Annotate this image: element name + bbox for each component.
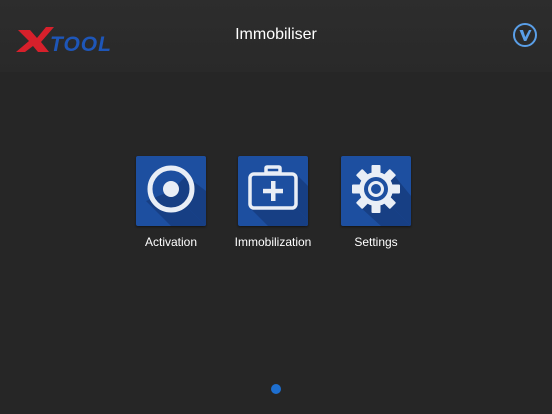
target-icon (146, 165, 206, 226)
first-aid-kit-icon (248, 165, 308, 226)
app-header: TOOL Immobiliser (0, 0, 552, 72)
v-badge-icon[interactable] (512, 22, 538, 48)
screen: TOOL Immobiliser Activation Immobilizati… (0, 0, 552, 414)
page-indicator-dot[interactable] (271, 384, 281, 394)
page-title: Immobiliser (235, 26, 317, 43)
immobilization-button[interactable] (238, 156, 308, 226)
gear-icon (352, 165, 411, 226)
settings-button[interactable] (341, 156, 411, 226)
activation-button[interactable] (136, 156, 206, 226)
immobilization-label: Immobilization (234, 235, 312, 249)
settings-label: Settings (354, 235, 398, 249)
